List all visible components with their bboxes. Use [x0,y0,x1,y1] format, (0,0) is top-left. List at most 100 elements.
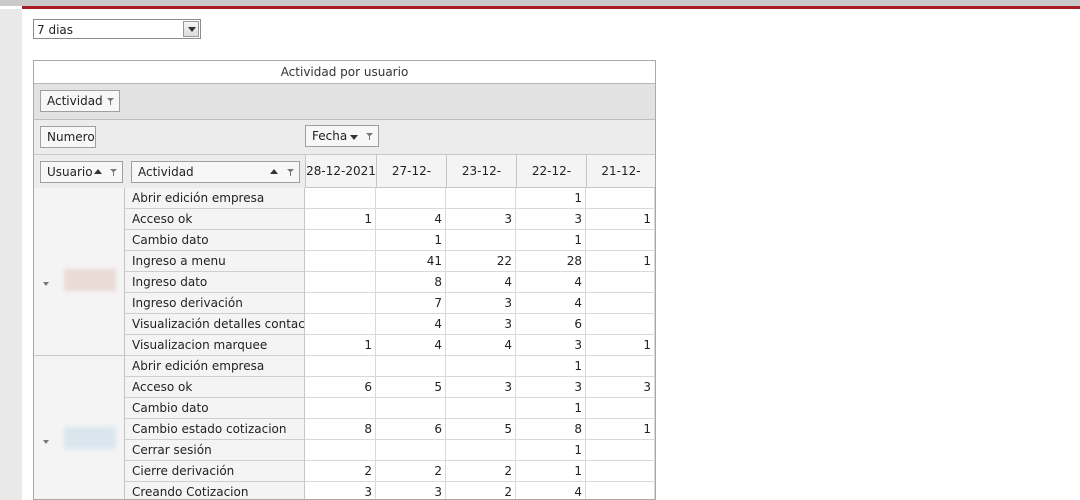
value-cell [305,230,376,251]
value-cell: 2 [305,461,376,482]
value-cell: 1 [516,398,586,419]
value-cell [305,293,376,314]
value-cell: 4 [376,335,446,356]
value-cell [305,398,376,419]
value-cell [586,314,655,335]
value-cell: 6 [516,314,586,335]
value-cell: 8 [516,419,586,440]
value-cell: 5 [376,377,446,398]
value-cell: 4 [516,293,586,314]
pivot-title: Actividad por usuario [34,61,655,84]
value-cell [586,272,655,293]
measure-field-label: Numero [47,130,95,144]
value-cell: 1 [516,230,586,251]
expand-arrow-icon[interactable] [43,282,49,286]
measure-field-numero[interactable]: Numero [40,126,96,148]
value-cell: 1 [516,188,586,209]
value-cell [376,398,446,419]
filter-icon[interactable] [110,169,117,176]
value-cell [305,314,376,335]
activity-label: Abrir edición empresa [125,188,305,209]
date-header[interactable]: 27-12-2021 [376,155,446,211]
value-cell: 4 [376,314,446,335]
value-cell [376,356,446,377]
redacted-username [64,426,116,449]
redacted-username [64,269,116,291]
user-group [34,188,125,356]
value-cell: 3 [305,482,376,499]
sort-up-icon[interactable] [94,169,102,174]
value-cell: 1 [376,230,446,251]
value-cell [305,440,376,461]
filter-icon[interactable] [366,133,373,140]
value-cell [586,230,655,251]
value-cell: 7 [376,293,446,314]
value-cell: 8 [376,272,446,293]
value-cell [376,188,446,209]
value-cell: 1 [516,356,586,377]
activity-label: Cerrar sesión [125,440,305,461]
filter-icon[interactable] [287,169,294,176]
measure-area: Numero Fecha [34,120,655,155]
value-cell [446,230,516,251]
value-cell: 6 [376,419,446,440]
value-cell: 1 [305,335,376,356]
value-cell: 5 [446,419,516,440]
value-cell: 1 [586,209,655,230]
value-cell: 4 [446,272,516,293]
row-field-usuario[interactable]: Usuario [40,161,123,183]
date-header[interactable]: 22-12-2021 [516,155,586,211]
column-field-fecha[interactable]: Fecha [305,125,379,147]
expand-arrow-icon[interactable] [43,439,49,444]
period-select[interactable]: 7 dias [33,19,201,39]
value-cell [446,356,516,377]
value-cell: 1 [516,461,586,482]
filter-field-actividad[interactable]: Actividad [40,90,120,112]
value-cell [446,398,516,419]
filter-icon[interactable] [107,98,114,105]
value-cell: 4 [376,209,446,230]
value-cell: 3 [516,377,586,398]
value-cell [305,356,376,377]
left-gutter [0,9,22,500]
period-select-value: 7 dias [37,23,74,37]
value-cell: 1 [586,251,655,272]
activity-label: Acceso ok [125,377,305,398]
sort-down-icon[interactable] [350,135,358,140]
value-cell: 4 [516,482,586,499]
activity-label: Cierre derivación [125,461,305,482]
activity-label: Ingreso a menu [125,251,305,272]
value-cell: 3 [516,335,586,356]
accent-line [22,6,1080,9]
activity-label: Abrir edición empresa [125,356,305,377]
value-cell: 2 [446,482,516,499]
activity-label: Ingreso derivación [125,293,305,314]
value-cell [586,440,655,461]
value-cell: 3 [586,377,655,398]
activity-label: Acceso ok [125,209,305,230]
chevron-down-icon[interactable] [183,21,199,37]
filter-field-label: Actividad [47,94,103,108]
value-cell [586,398,655,419]
activity-label: Cambio dato [125,398,305,419]
value-cell [586,356,655,377]
row-field-actividad[interactable]: Actividad [131,161,300,183]
value-cell: 3 [516,209,586,230]
date-header[interactable]: 28-12-2021 [305,155,376,188]
value-cell: 41 [376,251,446,272]
date-header[interactable]: 23-12-2021 [446,155,516,211]
activity-label: Creando Cotizacion [125,482,305,499]
date-header[interactable]: 21-12-2021 [586,155,655,211]
value-cell [586,293,655,314]
value-cell [305,188,376,209]
value-cell: 4 [516,272,586,293]
value-cell: 8 [305,419,376,440]
value-cell [446,188,516,209]
value-cell [446,440,516,461]
value-cell: 3 [446,293,516,314]
sort-up-icon[interactable] [270,169,278,174]
value-cell: 1 [305,209,376,230]
value-cell [586,188,655,209]
value-cell: 3 [446,377,516,398]
filter-area: Actividad [34,84,655,120]
